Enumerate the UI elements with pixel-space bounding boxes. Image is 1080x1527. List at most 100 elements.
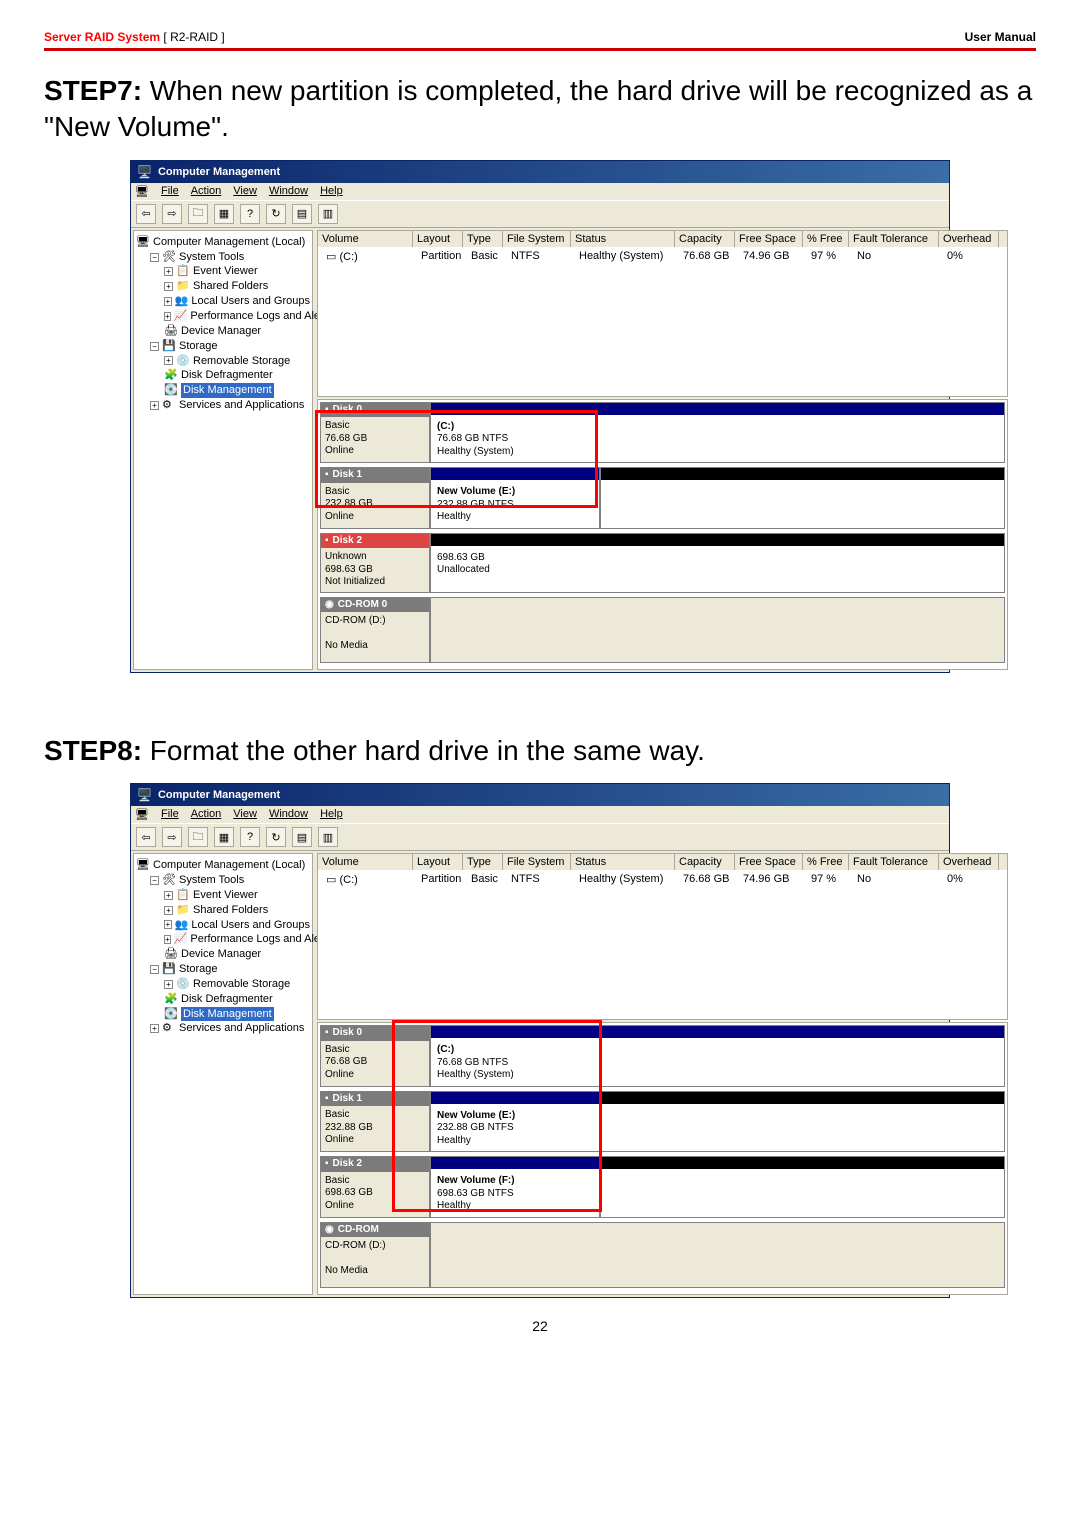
- disk-icon: ▪: [325, 469, 329, 482]
- volume-list[interactable]: ▭ (C:) Partition Basic NTFS Healthy (Sys…: [317, 247, 1008, 397]
- partition-e[interactable]: New Volume (E:)232.88 GB NTFSHealthy: [430, 467, 600, 529]
- volume-row[interactable]: ▭ (C:) Partition Basic NTFS Healthy (Sys…: [322, 872, 1003, 887]
- refresh-icon[interactable]: ↻: [266, 204, 286, 224]
- tree-device-mgr[interactable]: 🖨Device Manager: [136, 947, 310, 962]
- menu-bar: 🖥 File Action View Window Help: [131, 806, 949, 823]
- menu-bar: 🖥 File Action View Window Help: [131, 183, 949, 200]
- app-icon: 🖥️: [137, 165, 152, 179]
- col-layout[interactable]: Layout: [413, 854, 463, 870]
- menu-view[interactable]: View: [233, 185, 257, 198]
- list-icon[interactable]: ▤: [292, 204, 312, 224]
- partition-e[interactable]: New Volume (E:)232.88 GB NTFSHealthy: [430, 1091, 600, 1153]
- menu-action[interactable]: Action: [191, 185, 222, 198]
- up-icon[interactable]: 🗀: [188, 827, 208, 847]
- help-icon[interactable]: ?: [240, 827, 260, 847]
- tree-storage[interactable]: −💾Storage: [136, 962, 310, 977]
- col-layout[interactable]: Layout: [413, 231, 463, 247]
- menu-file[interactable]: File: [161, 808, 179, 821]
- tree-removable[interactable]: +💿Removable Storage: [136, 354, 310, 369]
- tree-perf-logs[interactable]: +📈Performance Logs and Alerts: [136, 932, 310, 947]
- disk-row-2[interactable]: ▪Disk 2 Unknown698.63 GBNot Initialized …: [320, 533, 1005, 593]
- list-icon[interactable]: ▤: [292, 827, 312, 847]
- screenshot-step8: 🖥️ Computer Management 🖥 File Action Vie…: [130, 783, 950, 1298]
- disk-row-2[interactable]: ▪Disk 2 Basic698.63 GBOnline New Volume …: [320, 1156, 1005, 1218]
- volume-list[interactable]: ▭ (C:) Partition Basic NTFS Healthy (Sys…: [317, 870, 1008, 1020]
- menu-window[interactable]: Window: [269, 808, 308, 821]
- refresh-icon[interactable]: ↻: [266, 827, 286, 847]
- col-fs[interactable]: File System: [503, 231, 571, 247]
- menu-help[interactable]: Help: [320, 808, 343, 821]
- tree-disk-mgmt[interactable]: 💽Disk Management: [136, 1007, 310, 1022]
- tree-shared-folders[interactable]: +📁Shared Folders: [136, 279, 310, 294]
- tree-storage[interactable]: −💾Storage: [136, 339, 310, 354]
- tree-local-users[interactable]: +👥Local Users and Groups: [136, 918, 310, 933]
- tree-root[interactable]: 🖥Computer Management (Local): [136, 235, 310, 250]
- col-pfree[interactable]: % Free: [803, 231, 849, 247]
- disk-row-0[interactable]: ▪Disk 0 Basic76.68 GBOnline (C:)76.68 GB…: [320, 402, 1005, 464]
- col-status[interactable]: Status: [571, 231, 675, 247]
- col-fs[interactable]: File System: [503, 854, 571, 870]
- up-icon[interactable]: 🗀: [188, 204, 208, 224]
- unallocated-disk2[interactable]: 698.63 GBUnallocated: [430, 533, 1005, 593]
- disk-row-1[interactable]: ▪Disk 1 Basic232.88 GBOnline New Volume …: [320, 1091, 1005, 1153]
- tree-defrag[interactable]: 🧩Disk Defragmenter: [136, 368, 310, 383]
- col-volume[interactable]: Volume: [318, 231, 413, 247]
- col-type[interactable]: Type: [463, 231, 503, 247]
- tree-event-viewer[interactable]: +📋Event Viewer: [136, 888, 310, 903]
- col-status[interactable]: Status: [571, 854, 675, 870]
- col-free[interactable]: Free Space: [735, 854, 803, 870]
- cdrom-row[interactable]: ◉CD-ROM 0 CD-ROM (D:)No Media: [320, 597, 1005, 663]
- back-icon[interactable]: ⇦: [136, 204, 156, 224]
- disk-row-1[interactable]: ▪Disk 1 Basic232.88 GBOnline New Volume …: [320, 467, 1005, 529]
- col-ft[interactable]: Fault Tolerance: [849, 231, 939, 247]
- tree-disk-mgmt[interactable]: 💽Disk Management: [136, 383, 310, 398]
- col-pfree[interactable]: % Free: [803, 854, 849, 870]
- menu-window[interactable]: Window: [269, 185, 308, 198]
- col-free[interactable]: Free Space: [735, 231, 803, 247]
- tree-services[interactable]: +⚙Services and Applications: [136, 398, 310, 413]
- forward-icon[interactable]: ⇨: [162, 827, 182, 847]
- export-icon[interactable]: ▥: [318, 827, 338, 847]
- col-type[interactable]: Type: [463, 854, 503, 870]
- volume-row[interactable]: ▭ (C:) Partition Basic NTFS Healthy (Sys…: [322, 249, 1003, 264]
- partition-f[interactable]: New Volume (F:)698.63 GB NTFSHealthy: [430, 1156, 600, 1218]
- nav-tree[interactable]: 🖥Computer Management (Local) −🛠System To…: [133, 230, 313, 670]
- col-ft[interactable]: Fault Tolerance: [849, 854, 939, 870]
- col-overhead[interactable]: Overhead: [939, 854, 999, 870]
- tree-local-users[interactable]: +👥Local Users and Groups: [136, 294, 310, 309]
- tree-system-tools[interactable]: −🛠System Tools: [136, 250, 310, 265]
- col-capacity[interactable]: Capacity: [675, 854, 735, 870]
- col-overhead[interactable]: Overhead: [939, 231, 999, 247]
- tree-perf-logs[interactable]: +📈Performance Logs and Alerts: [136, 309, 310, 324]
- partition-c[interactable]: (C:)76.68 GB NTFSHealthy (System): [430, 402, 1005, 464]
- tree-services[interactable]: +⚙Services and Applications: [136, 1021, 310, 1036]
- cdrom-row[interactable]: ◉CD-ROM CD-ROM (D:)No Media: [320, 1222, 1005, 1288]
- properties-icon[interactable]: ▦: [214, 204, 234, 224]
- unallocated[interactable]: [600, 467, 1005, 529]
- disk-row-0[interactable]: ▪Disk 0 Basic76.68 GBOnline (C:)76.68 GB…: [320, 1025, 1005, 1087]
- drive-icon: ▭: [326, 251, 336, 263]
- partition-c[interactable]: (C:)76.68 GB NTFSHealthy (System): [430, 1025, 1005, 1087]
- help-icon[interactable]: ?: [240, 204, 260, 224]
- menu-help[interactable]: Help: [320, 185, 343, 198]
- export-icon[interactable]: ▥: [318, 204, 338, 224]
- menu-view[interactable]: View: [233, 808, 257, 821]
- menu-action[interactable]: Action: [191, 808, 222, 821]
- tree-event-viewer[interactable]: +📋Event Viewer: [136, 264, 310, 279]
- tree-defrag[interactable]: 🧩Disk Defragmenter: [136, 992, 310, 1007]
- tree-removable[interactable]: +💿Removable Storage: [136, 977, 310, 992]
- tree-shared-folders[interactable]: +📁Shared Folders: [136, 903, 310, 918]
- col-volume[interactable]: Volume: [318, 854, 413, 870]
- col-capacity[interactable]: Capacity: [675, 231, 735, 247]
- cdrom-empty: [430, 1222, 1005, 1288]
- nav-tree[interactable]: 🖥Computer Management (Local) −🛠System To…: [133, 853, 313, 1295]
- forward-icon[interactable]: ⇨: [162, 204, 182, 224]
- unallocated[interactable]: [600, 1156, 1005, 1218]
- unallocated[interactable]: [600, 1091, 1005, 1153]
- tree-device-mgr[interactable]: 🖨Device Manager: [136, 324, 310, 339]
- back-icon[interactable]: ⇦: [136, 827, 156, 847]
- tree-system-tools[interactable]: −🛠System Tools: [136, 873, 310, 888]
- properties-icon[interactable]: ▦: [214, 827, 234, 847]
- tree-root[interactable]: 🖥Computer Management (Local): [136, 858, 310, 873]
- menu-file[interactable]: File: [161, 185, 179, 198]
